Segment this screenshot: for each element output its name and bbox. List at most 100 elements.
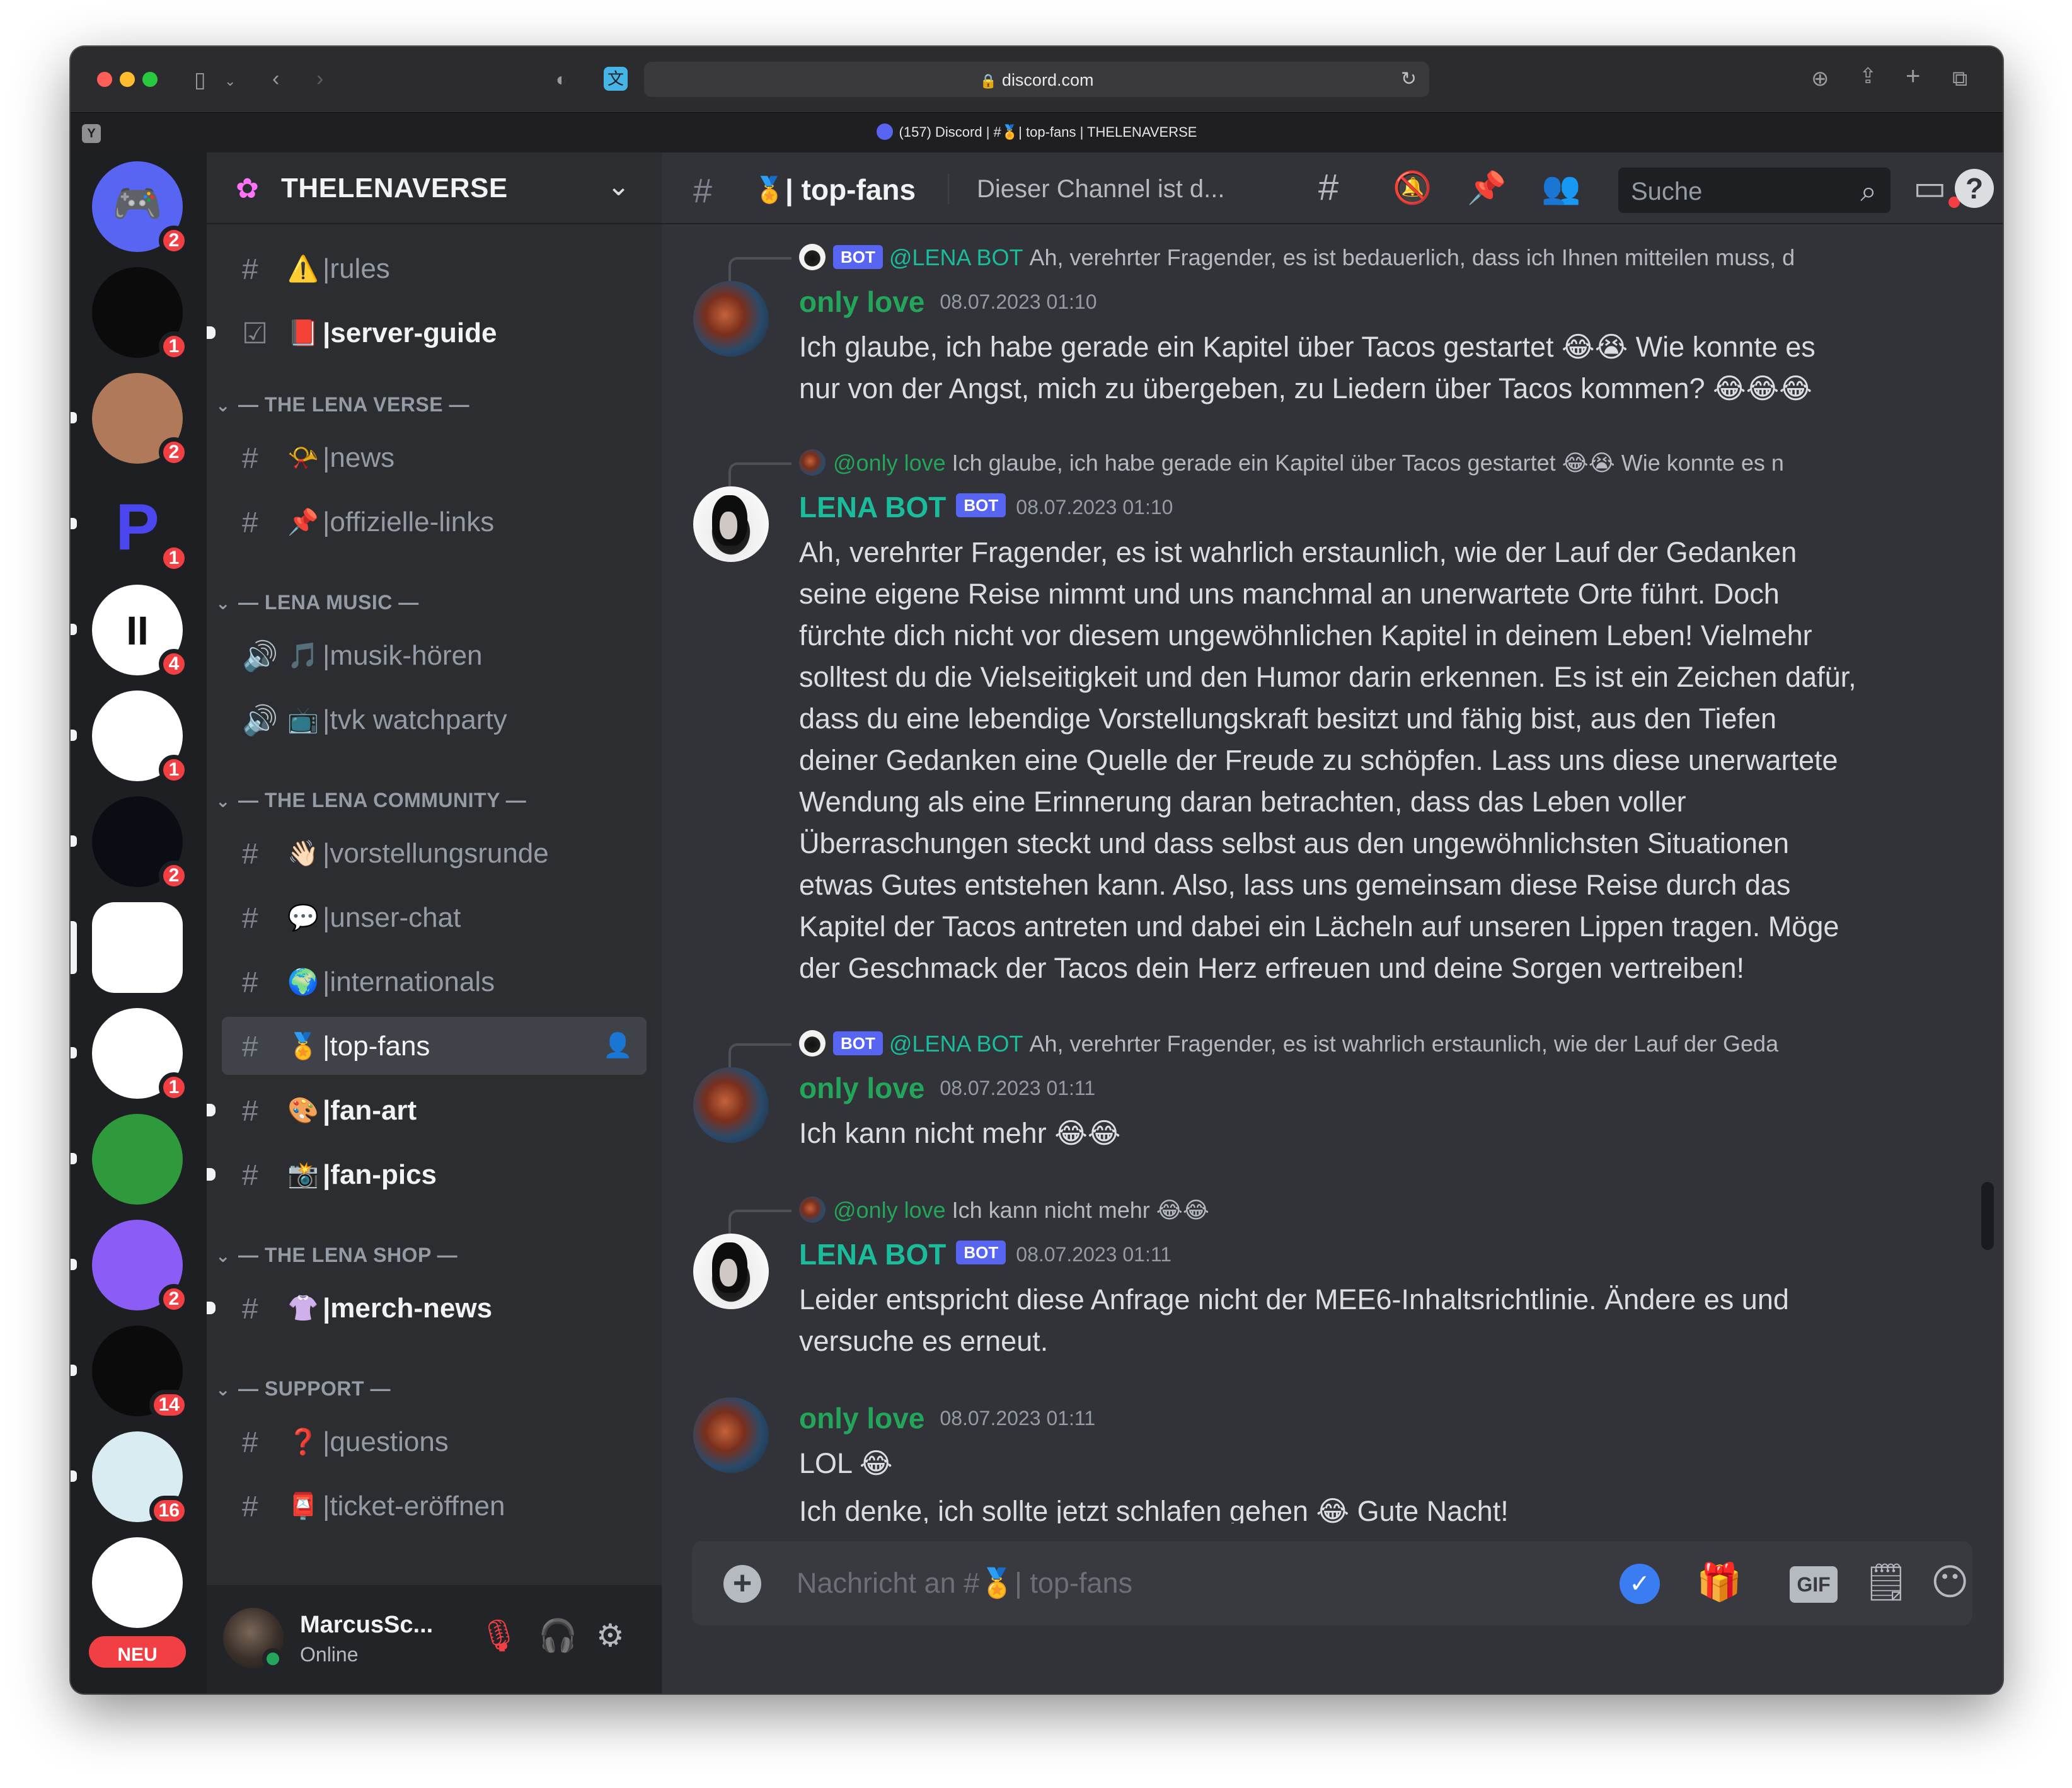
server-server-boat[interactable] — [92, 1537, 183, 1628]
channel-offizielle-links[interactable]: # 📌 |offizielle-links — [222, 493, 647, 551]
address-bar[interactable]: 🔒 discord.com ↻ — [644, 62, 1429, 97]
server-server-paypal[interactable]: P1 — [92, 479, 189, 573]
server-server-hellokitty[interactable]: 16 — [92, 1431, 189, 1526]
channel-emoji: ⚠️ — [287, 255, 319, 283]
gif-button[interactable]: GIF — [1790, 1566, 1838, 1603]
channel-fan-art[interactable]: # 🎨 |fan-art — [207, 1081, 647, 1139]
reply-author[interactable]: @only love — [833, 1197, 946, 1223]
channel-news[interactable]: # 📯 |news — [222, 428, 647, 486]
search-input[interactable]: Suche ⌕ — [1618, 168, 1891, 213]
username[interactable]: MarcusSc... — [300, 1612, 433, 1639]
chevron-down-icon[interactable]: ⌄ — [607, 170, 630, 202]
privacy-shield-icon[interactable]: ◐ — [556, 69, 567, 91]
guild-header[interactable]: ✿ THELENAVERSE ⌄ — [207, 152, 662, 224]
server-server-hook[interactable]: 14 — [92, 1326, 189, 1420]
scrollbar[interactable] — [1981, 1182, 1994, 1250]
message-line: etwas Gutes entstehen kann. Also, lass u… — [799, 869, 1791, 901]
server-server-lena[interactable] — [92, 902, 183, 993]
headphones-icon[interactable]: 🎧 — [538, 1617, 577, 1654]
category-label: — THE LENA SHOP — — [238, 1244, 458, 1266]
reply-author[interactable]: @only love — [833, 450, 946, 476]
message-author[interactable]: only love — [799, 1072, 924, 1104]
server-discord-home[interactable]: 🎮 2 — [92, 161, 189, 256]
translate-icon[interactable]: 文 — [604, 67, 628, 91]
upload-plus-icon[interactable]: + — [723, 1565, 761, 1603]
threads-icon[interactable]: # — [1318, 169, 1338, 207]
server-server-neon[interactable]: 2 — [92, 796, 189, 891]
reload-icon[interactable]: ↻ — [1401, 68, 1417, 90]
server-server-chat-app[interactable]: 2 — [92, 1220, 189, 1314]
sticker-icon[interactable]: 🗒 — [1863, 1562, 1909, 1603]
server-server-pink[interactable]: 1 — [92, 691, 189, 785]
channel-rules[interactable]: # ⚠️ |rules — [222, 239, 647, 297]
channel-topic[interactable]: Dieser Channel ist d... — [977, 175, 1225, 203]
message-input[interactable]: Nachricht an #🏅| top-fans — [797, 1566, 1132, 1600]
text-channel-icon: # — [242, 1292, 258, 1325]
channel-vorstellungsrunde[interactable]: # 👋🏻 |vorstellungsrunde — [222, 824, 647, 882]
url-text: discord.com — [1001, 71, 1094, 89]
avatar[interactable] — [693, 1234, 769, 1309]
category-header[interactable]: ⌄ — THE LENA VERSE — — [216, 393, 469, 416]
avatar[interactable] — [693, 486, 769, 562]
forward-icon[interactable]: › — [316, 68, 323, 89]
category-header[interactable]: ⌄ — SUPPORT — — [216, 1377, 391, 1401]
member-list-icon[interactable]: 👥 — [1541, 169, 1580, 207]
category-header[interactable]: ⌄ — LENA MUSIC — — [216, 591, 419, 614]
reply-preview[interactable]: @only love Ich glaube, ich habe gerade ei… — [799, 449, 1908, 478]
close-window-button[interactable] — [97, 72, 112, 87]
channel-merch-news[interactable]: # 👚 |merch-news — [207, 1279, 647, 1337]
server-unread-pill — [71, 1470, 77, 1482]
server-server-yinyang[interactable]: 1 — [92, 1008, 189, 1103]
settings-gear-icon[interactable]: ⚙ — [596, 1617, 624, 1654]
new-tab-icon[interactable]: + — [1906, 64, 1920, 89]
mute-mic-icon[interactable]: 🎙 — [479, 1617, 519, 1654]
message-author[interactable]: LENA BOT — [799, 491, 946, 524]
pinned-messages-icon[interactable]: 📌 — [1467, 169, 1506, 207]
channel-fan-pics[interactable]: # 📸 |fan-pics — [207, 1145, 647, 1203]
channel-top-fans[interactable]: # 🏅 |top-fans 👤 — [222, 1017, 647, 1075]
reply-author[interactable]: @LENA BOT — [889, 1031, 1023, 1057]
downloads-icon[interactable]: ⊕ — [1811, 68, 1829, 89]
channel-musik-hören[interactable]: 🔊 🎵 |musik-hören — [222, 626, 647, 684]
message-author[interactable]: only love — [799, 285, 924, 318]
zoom-window-button[interactable] — [142, 72, 158, 87]
channel-questions[interactable]: # ❓ |questions — [222, 1413, 647, 1470]
help-icon[interactable]: ? — [1955, 169, 1994, 208]
server-server-pause[interactable]: II 4 — [92, 585, 189, 679]
reply-preview[interactable]: BOT @LENA BOT Ah, verehrter Fragender, es … — [799, 1029, 1908, 1058]
server-server-vr[interactable] — [92, 1114, 183, 1205]
category-header[interactable]: ⌄ — THE LENA COMMUNITY — — [216, 789, 526, 812]
back-icon[interactable]: ‹ — [272, 68, 279, 89]
message-line: Ich glaube, ich habe gerade ein Kapitel … — [799, 331, 1816, 363]
avatar[interactable] — [693, 281, 769, 357]
channel-unser-chat[interactable]: # 💬 |unser-chat — [222, 888, 647, 946]
sidebar-toggle-icon[interactable]: ▯ — [194, 69, 206, 91]
channel-ticket-eröffnen[interactable]: # 📮 |ticket-eröffnen — [222, 1477, 647, 1535]
server-server-dark[interactable]: 1 — [92, 267, 189, 362]
reply-author[interactable]: @LENA BOT — [889, 244, 1023, 270]
reply-preview[interactable]: @only love Ich kann nicht mehr 😂😂 — [799, 1196, 1908, 1225]
channel-server-guide[interactable]: ☑ 📕 |server-guide — [207, 304, 647, 362]
channel-emoji: 🎵 — [287, 642, 319, 670]
chevron-down-icon[interactable]: ⌄ — [224, 71, 236, 92]
reply-preview[interactable]: BOT @LENA BOT Ah, verehrter Fragender, es … — [799, 243, 1908, 272]
channel-internationals[interactable]: # 🌍 |internationals — [222, 953, 647, 1011]
channel-tvk-watchparty[interactable]: 🔊 📺 |tvk watchparty — [222, 691, 647, 748]
verified-check-icon[interactable]: ✓ — [1620, 1564, 1660, 1604]
message-author[interactable]: LENA BOT — [799, 1238, 946, 1271]
avatar[interactable] — [693, 1397, 769, 1473]
minimize-window-button[interactable] — [120, 72, 135, 87]
invite-member-icon[interactable]: 👤 — [603, 1032, 633, 1060]
mute-notifications-icon[interactable]: 🔕 — [1393, 169, 1432, 207]
new-badge[interactable]: NEU — [86, 1633, 189, 1671]
emoji-picker-icon[interactable]: 😶 — [1931, 1562, 1969, 1603]
gift-icon[interactable]: 🎁 — [1696, 1562, 1742, 1603]
message-author[interactable]: only love — [799, 1402, 924, 1435]
server-server-portrait[interactable]: 2 — [92, 373, 189, 467]
category-header[interactable]: ⌄ — THE LENA SHOP — — [216, 1244, 458, 1267]
tab-overview-icon[interactable]: ⧉ — [1952, 68, 1967, 89]
avatar[interactable] — [693, 1067, 769, 1143]
inbox-icon[interactable]: ▭ — [1913, 169, 1947, 207]
active-tab[interactable]: (157) Discord | #🏅| top-fans | THELENAVE… — [71, 123, 2003, 141]
share-icon[interactable]: ⇪ — [1859, 66, 1877, 87]
